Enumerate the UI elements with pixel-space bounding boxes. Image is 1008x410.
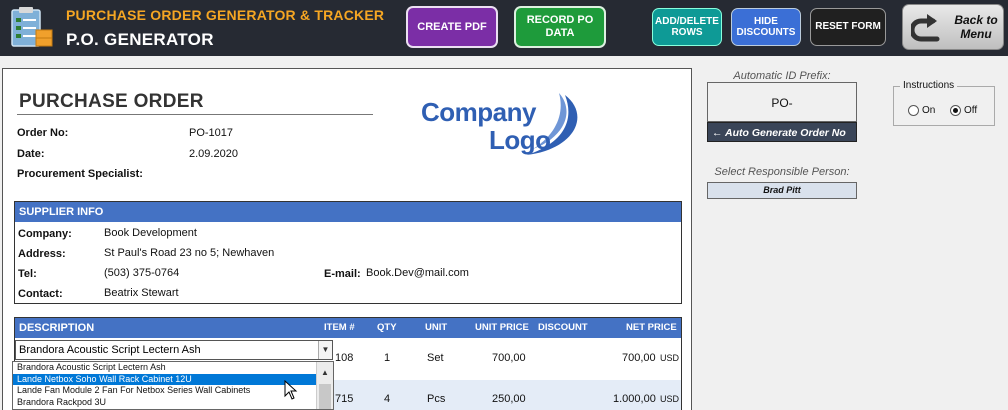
col-net-price: NET PRICE <box>626 322 677 333</box>
auto-generate-order-button[interactable]: ← Auto Generate Order No <box>707 122 857 142</box>
date-label: Date: <box>17 148 45 160</box>
company-logo: Company Logo <box>421 93 578 155</box>
app-title: P.O. GENERATOR <box>66 30 214 49</box>
dropdown-arrow-icon[interactable]: ▼ <box>318 341 332 359</box>
arrow-left-icon: ← <box>712 127 726 139</box>
radio-circle-checked[interactable] <box>950 105 961 116</box>
specialist-label: Procurement Specialist: <box>17 168 143 180</box>
logo-text-line2: Logo <box>489 125 551 155</box>
app-header: PURCHASE ORDER GENERATOR & TRACKER P.O. … <box>0 0 1008 56</box>
scroll-up-icon[interactable]: ▲ <box>321 368 329 377</box>
email-label: E-mail: <box>324 268 361 280</box>
hide-discounts-button[interactable]: HIDE DISCOUNTS <box>731 8 801 46</box>
logo-text-line1: Company <box>421 97 537 127</box>
record-po-data-button[interactable]: RECORD PO DATA <box>514 6 606 48</box>
app-subtitle: PURCHASE ORDER GENERATOR & TRACKER <box>66 7 385 23</box>
date-value[interactable]: 2.09.2020 <box>189 148 238 160</box>
qty-value[interactable]: 1 <box>384 352 390 364</box>
description-value: Brandora Acoustic Script Lectern Ash <box>19 344 201 356</box>
back-to-menu-label: Back to Menu <box>954 13 998 42</box>
contact-label: Contact: <box>18 288 63 300</box>
off-label: Off <box>964 105 978 116</box>
order-no-value[interactable]: PO-1017 <box>189 127 233 139</box>
clipboard-icon <box>11 7 53 47</box>
instructions-on-radio[interactable]: On <box>908 105 935 116</box>
responsible-person-select[interactable]: Brad Pitt <box>707 182 857 199</box>
prefix-input[interactable]: PO- <box>707 82 857 122</box>
on-label: On <box>922 105 936 116</box>
net-price-value: 1.000,00 <box>613 393 656 405</box>
qty-value[interactable]: 4 <box>384 393 390 405</box>
dropdown-option-selected[interactable]: Lande Netbox Soho Wall Rack Cabinet 12U <box>13 373 316 385</box>
unit-price-value[interactable]: 250,00 <box>492 393 526 405</box>
dropdown-scrollbar[interactable]: ▲ <box>316 362 333 409</box>
unit-price-value[interactable]: 700,00 <box>492 352 526 364</box>
unit-value[interactable]: Pcs <box>427 393 445 405</box>
address-value[interactable]: St Paul's Road 23 no 5; Newhaven <box>104 247 274 259</box>
mouse-cursor-icon <box>284 380 298 400</box>
col-item-no: ITEM # <box>324 322 355 333</box>
contact-value[interactable]: Beatrix Stewart <box>104 287 179 299</box>
dropdown-option[interactable]: Brandora Acoustic Script Lectern Ash <box>13 362 316 374</box>
tel-value[interactable]: (503) 375-0764 <box>104 267 179 279</box>
col-description: DESCRIPTION <box>19 322 95 334</box>
purchase-order-form: PURCHASE ORDER Order No: PO-1017 Date: 2… <box>2 68 692 410</box>
items-header-row: DESCRIPTION ITEM # QTY UNIT UNIT PRICE D… <box>15 318 681 338</box>
prefix-caption: Automatic ID Prefix: <box>733 70 831 82</box>
create-pdf-button[interactable]: CREATE PDF <box>406 6 498 48</box>
supplier-info-section: SUPPLIER INFO Company: Book Development … <box>14 201 682 304</box>
col-unit-price: UNIT PRICE <box>475 322 529 333</box>
order-no-label: Order No: <box>17 127 69 139</box>
company-label: Company: <box>18 228 72 240</box>
item-no-value[interactable]: 715 <box>335 393 353 405</box>
instructions-off-radio[interactable]: Off <box>950 105 977 116</box>
scrollbar-thumb[interactable] <box>319 384 331 409</box>
page-title: PURCHASE ORDER <box>19 91 204 112</box>
back-arrow-icon <box>911 14 940 42</box>
auto-generate-label: Auto Generate Order No <box>725 127 846 139</box>
address-label: Address: <box>18 248 66 260</box>
dropdown-option[interactable]: Brandora Rackpod 3U <box>13 397 316 409</box>
col-qty: QTY <box>377 322 397 333</box>
col-discount: DISCOUNT <box>538 322 588 333</box>
add-delete-rows-button[interactable]: ADD/DELETE ROWS <box>652 8 722 46</box>
currency-label: USD <box>660 353 680 363</box>
unit-value[interactable]: Set <box>427 352 444 364</box>
company-value[interactable]: Book Development <box>104 227 197 239</box>
back-to-menu-button[interactable]: Back to Menu <box>902 4 1004 50</box>
dropdown-option[interactable]: Lande Fan Module 2 Fan For Netbox Series… <box>13 385 316 397</box>
person-caption: Select Responsible Person: <box>714 166 850 178</box>
description-dropdown[interactable]: Brandora Acoustic Script Lectern Ash ▼ <box>15 340 333 360</box>
tel-label: Tel: <box>18 268 37 280</box>
item-no-value[interactable]: 108 <box>335 352 353 364</box>
reset-form-button[interactable]: RESET FORM <box>810 8 886 46</box>
radio-circle[interactable] <box>908 105 919 116</box>
email-value[interactable]: Book.Dev@mail.com <box>366 267 469 279</box>
instructions-title: Instructions <box>900 80 958 91</box>
supplier-info-heading: SUPPLIER INFO <box>15 202 681 222</box>
instructions-group: Instructions On Off <box>893 80 995 126</box>
title-underline <box>17 114 373 115</box>
currency-label: USD <box>660 394 680 404</box>
col-unit: UNIT <box>425 322 448 333</box>
net-price-value: 700,00 <box>622 352 656 364</box>
